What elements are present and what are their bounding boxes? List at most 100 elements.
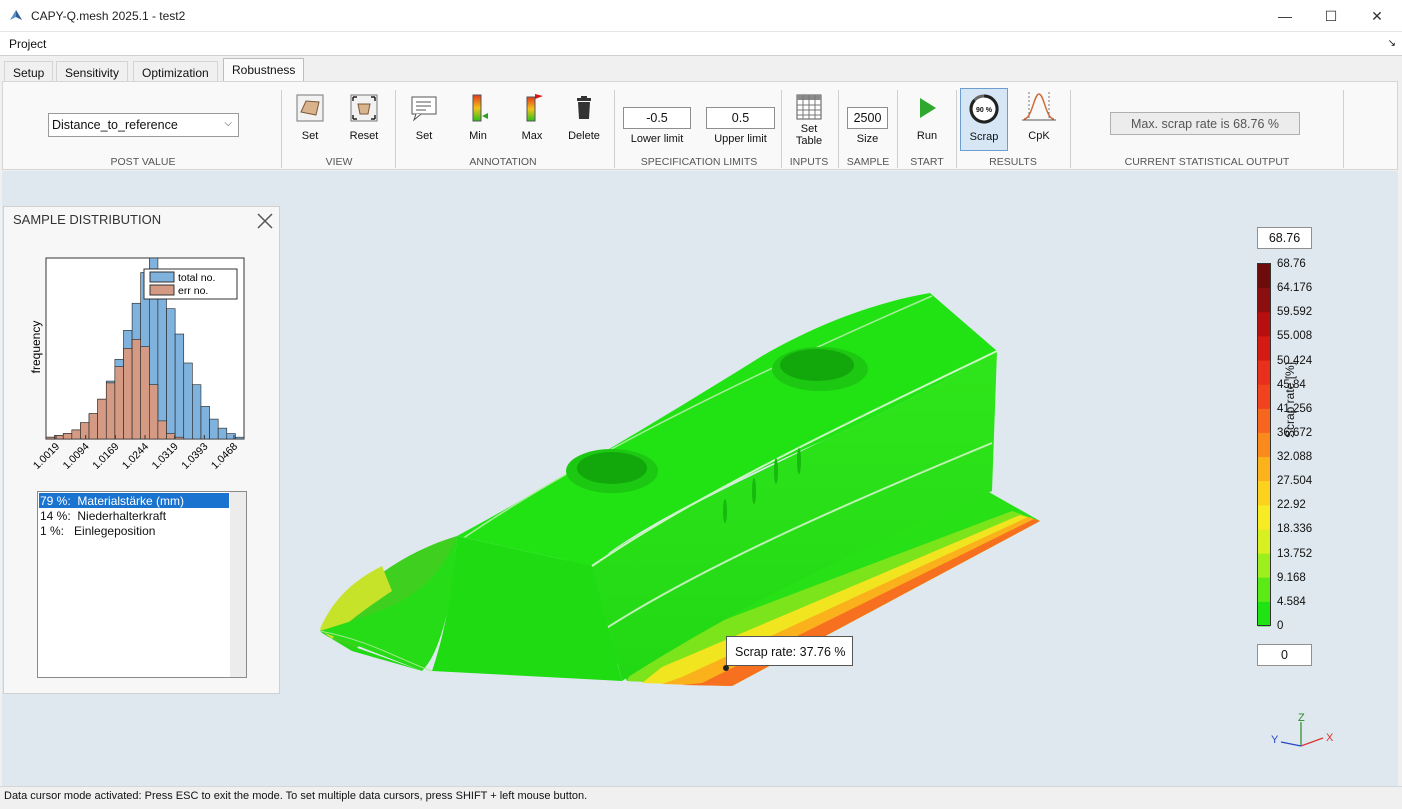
menu-project[interactable]: Project <box>9 37 46 51</box>
factor-item-einlegeposition[interactable]: 1 %: Einlegeposition <box>39 523 229 538</box>
data-cursor-marker[interactable] <box>723 665 729 671</box>
sample-distribution-panel: SAMPLE DISTRIBUTION frequency total no. … <box>3 206 280 694</box>
tab-setup[interactable]: Setup <box>4 61 54 82</box>
tab-sensitivity[interactable]: Sensitivity <box>56 61 129 82</box>
list-scrollbar[interactable] <box>230 492 246 677</box>
table-icon <box>796 94 822 120</box>
colorbar-segment <box>1258 457 1270 482</box>
legend-total-swatch <box>149 271 175 283</box>
set-table-button[interactable]: Set Table <box>789 94 829 147</box>
scrap-gauge-icon: 90 % <box>969 94 999 124</box>
colorbar-segment <box>1258 505 1270 530</box>
close-icon[interactable] <box>256 212 274 230</box>
title-bar: CAPY-Q.mesh 2025.1 - test2 — ☐ ✕ <box>0 0 1402 32</box>
histogram-bar-total <box>174 333 185 440</box>
factor-ranking-list[interactable]: 79 %: Materialstärke (mm) 14 %: Niederha… <box>37 491 247 678</box>
colorbar-segment <box>1258 408 1270 434</box>
factor-item-niederhalterkraft[interactable]: 14 %: Niederhalterkraft <box>39 508 229 523</box>
histogram-bar-total <box>217 427 228 440</box>
histogram-bar-total <box>235 436 245 440</box>
colorbar-max-input[interactable]: 68.76 <box>1257 227 1312 249</box>
histogram-bar-err <box>114 366 124 440</box>
group-divider <box>281 90 282 168</box>
legend-err-label: err no. <box>178 285 208 297</box>
group-label-annotation: ANNOTATION <box>469 156 537 168</box>
histogram-bar-err <box>131 339 141 440</box>
histogram-bar-total <box>157 279 167 440</box>
histogram-bar-err <box>71 429 81 440</box>
maximize-button[interactable]: ☐ <box>1308 0 1354 32</box>
histogram-bar-err <box>157 420 167 440</box>
scrap-button-label: Scrap <box>969 131 999 143</box>
histogram-x-tick-label: 1.0393 <box>179 441 210 472</box>
colorbar-tick-label: 68.76 <box>1277 258 1306 270</box>
tab-robustness[interactable]: Robustness <box>223 58 305 82</box>
group-label-sample: SAMPLE <box>846 156 890 168</box>
annotation-set-button[interactable]: Set <box>404 92 444 142</box>
histogram-bar-err <box>174 436 185 440</box>
tab-optimization[interactable]: Optimization <box>133 61 218 82</box>
colorbar-tick-label: 32.088 <box>1277 451 1313 464</box>
histogram-chart: frequency total no. err no. 1.00191.0094… <box>29 257 245 472</box>
colorbar-title: Scrap rate [%] <box>1283 361 1297 438</box>
ribbon-toolbar: Distance_to_reference ⌵ POST VALUE Set R… <box>2 81 1398 170</box>
colorbar-segment <box>1258 432 1270 458</box>
close-window-button[interactable]: ✕ <box>1354 0 1400 32</box>
annotation-delete-button[interactable]: Delete <box>564 92 604 142</box>
expand-arrow-icon[interactable]: ↘ <box>1388 38 1396 49</box>
histogram-bar-err <box>166 433 176 440</box>
post-value-dropdown[interactable]: Distance_to_reference ⌵ <box>48 113 239 137</box>
view-set-button[interactable]: Set <box>290 92 330 142</box>
histogram-bar-err <box>123 348 133 440</box>
factor-item-materialstaerke[interactable]: 79 %: Materialstärke (mm) <box>39 493 229 508</box>
run-button[interactable]: Run <box>907 92 947 142</box>
svg-text:90 %: 90 % <box>976 107 993 114</box>
lower-limit-input[interactable]: -0.5 <box>623 107 691 129</box>
play-icon <box>920 98 936 118</box>
colorbar-tick-label: 18.336 <box>1277 523 1313 536</box>
minimize-button[interactable]: — <box>1262 0 1308 32</box>
histogram-bar-total <box>200 406 210 440</box>
menu-bar: Project ↘ <box>0 32 1402 56</box>
axis-z-label: Z <box>1298 712 1305 724</box>
colorbar-segment <box>1258 577 1270 603</box>
histogram-x-tick-label: 1.0019 <box>31 441 62 472</box>
sample-size-input[interactable]: 2500 <box>847 107 888 129</box>
histogram-bar-total <box>183 362 193 440</box>
histogram-x-ticks: 1.00191.00941.01691.02441.03191.03931.04… <box>31 435 240 472</box>
lower-limit-label: Lower limit <box>630 133 684 145</box>
colorbar-tick-label: 0 <box>1277 620 1284 632</box>
legend-err-swatch <box>149 284 175 296</box>
annotation-icon <box>411 96 437 122</box>
colorbar-segment <box>1258 529 1270 555</box>
group-divider <box>614 90 615 168</box>
scrap-button[interactable]: 90 % Scrap <box>960 88 1008 151</box>
annotation-min-button[interactable]: Min <box>458 92 498 142</box>
colorbar-min-input[interactable]: 0 <box>1257 644 1312 666</box>
post-value-selected: Distance_to_reference <box>52 118 178 132</box>
histogram-x-tick-label: 1.0468 <box>209 441 240 472</box>
colorbar-tick-label: 13.752 <box>1277 547 1313 560</box>
colorbar-tick-label: 9.168 <box>1277 571 1306 584</box>
histogram-bar-err <box>105 382 116 440</box>
group-label-inputs: INPUTS <box>789 156 829 168</box>
histogram-bar-total <box>166 308 176 440</box>
histogram-bar-err <box>97 398 107 440</box>
group-label-statistical-output: CURRENT STATISTICAL OUTPUT <box>1124 156 1290 168</box>
app-logo-icon <box>10 10 22 20</box>
histogram-bar-err <box>62 433 73 440</box>
upper-limit-input[interactable]: 0.5 <box>706 107 775 129</box>
histogram-legend: total no. err no. <box>143 268 238 300</box>
view-reset-button[interactable]: Reset <box>344 92 384 142</box>
histogram-x-tick-label: 1.0169 <box>90 441 121 472</box>
panel-title: SAMPLE DISTRIBUTION <box>13 212 162 227</box>
histogram-x-tick-label: 1.0244 <box>120 441 151 472</box>
group-label-view: VIEW <box>325 156 353 168</box>
cpk-button[interactable]: CpK <box>1019 88 1059 142</box>
legend-total-label: total no. <box>178 272 215 284</box>
group-divider <box>1070 90 1071 168</box>
group-divider <box>838 90 839 168</box>
colorbar-tick-label: 27.504 <box>1277 475 1313 488</box>
annotation-max-button[interactable]: Max <box>512 92 552 142</box>
max-marker-icon <box>526 94 543 122</box>
